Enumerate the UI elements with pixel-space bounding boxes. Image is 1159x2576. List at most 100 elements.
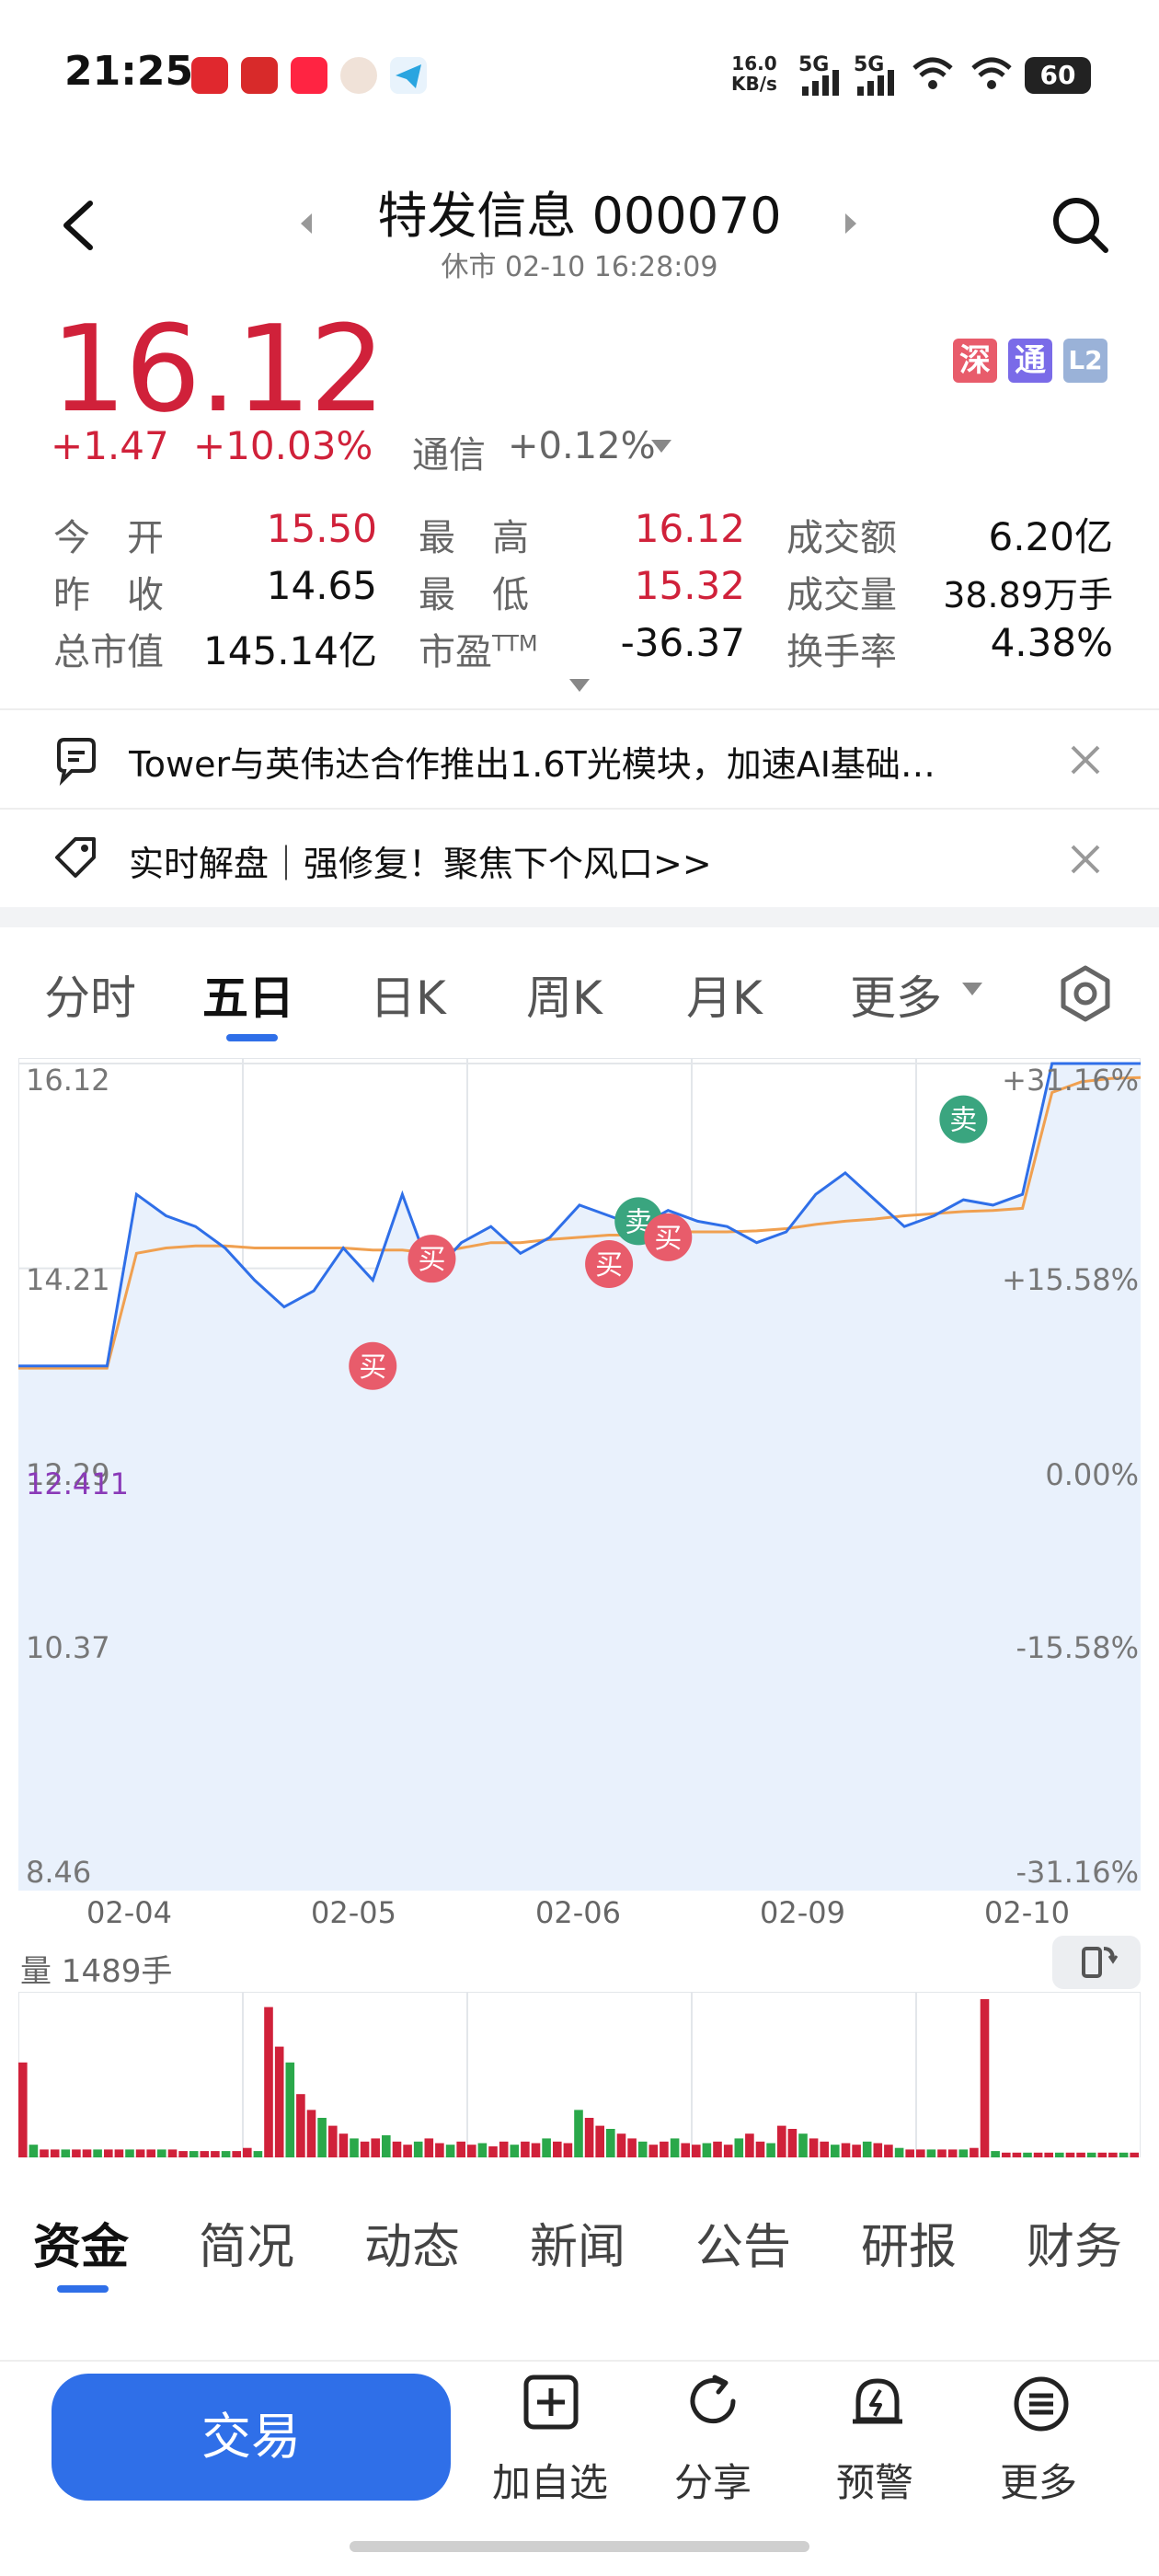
tab-profile[interactable]: 简况 (199, 2208, 294, 2277)
volume-bar (553, 2141, 562, 2157)
y-tick-left-4: 8.46 (26, 1855, 92, 1890)
stat-volume-label: 成交量 (786, 574, 897, 616)
volume-bar (114, 2149, 124, 2157)
volume-bar (713, 2141, 722, 2157)
tag-shenzhen: 深 (953, 339, 997, 383)
buy-marker-label: 买 (595, 1249, 623, 1282)
next-stock-icon[interactable] (842, 210, 860, 237)
volume-bar (1097, 2152, 1107, 2157)
volume-bar (317, 2118, 327, 2157)
share-button[interactable]: 分享 (635, 2374, 791, 2512)
tab-updates[interactable]: 动态 (364, 2208, 460, 2277)
more-button[interactable]: 更多 (960, 2374, 1117, 2512)
volume-bar (18, 2062, 28, 2157)
tab-monthly-k[interactable]: 月K (686, 961, 763, 1028)
volume-bar (50, 2149, 60, 2157)
stat-open-value: 15.50 (266, 506, 377, 551)
tab-announcements[interactable]: 公告 (695, 2208, 791, 2277)
tab-research[interactable]: 研报 (861, 2208, 957, 2277)
volume-bar (413, 2141, 423, 2157)
sell-marker-label: 卖 (949, 1105, 977, 1137)
y-tick-right-4: -31.16% (1016, 1855, 1139, 1890)
volume-label: 量 1489手 (20, 1953, 173, 1990)
bottom-tab-indicator (57, 2285, 109, 2293)
rotate-screen-button[interactable] (1052, 1936, 1141, 1989)
volume-bar (167, 2149, 178, 2157)
price-change-pct: +10.03% (193, 423, 373, 468)
volume-bar (392, 2141, 402, 2157)
trade-button[interactable]: 交易 (52, 2374, 451, 2501)
volume-bar (1076, 2152, 1085, 2157)
tab-funds[interactable]: 资金 (33, 2208, 129, 2277)
buy-marker-label: 买 (359, 1351, 386, 1384)
news-headline: Tower与英伟达合作推出1.6T光模块，加速AI基础… (129, 744, 935, 785)
volume-bar (499, 2141, 509, 2157)
add-watchlist-button[interactable]: 加自选 (472, 2374, 628, 2512)
tab-news[interactable]: 新闻 (530, 2208, 625, 2277)
close-icon[interactable] (1067, 742, 1104, 778)
volume-bar (958, 2149, 969, 2157)
y-tick-right-1: +15.58% (1002, 1262, 1139, 1297)
y-tick-left-1: 14.21 (26, 1262, 110, 1297)
expand-stats-icon[interactable] (568, 677, 591, 694)
volume-bar (531, 2143, 541, 2157)
stat-prev-close-value: 14.65 (266, 563, 377, 608)
close-icon-2[interactable] (1067, 841, 1104, 878)
menu-icon (1014, 2376, 1069, 2432)
analysis-row[interactable]: 实时解盘｜强修复！聚焦下个风口>> (0, 808, 1159, 907)
tab-financials[interactable]: 财务 (1027, 2208, 1122, 2277)
tab-more[interactable]: 更多 (850, 961, 942, 1028)
stat-mktcap-label: 总市值 (53, 631, 164, 673)
active-tab-indicator (226, 1034, 278, 1041)
signal-bars-icon-2 (857, 70, 894, 96)
volume-bar (382, 2134, 391, 2157)
xiaohongshu-icon (291, 57, 327, 94)
volume-bar (1086, 2152, 1096, 2157)
volume-bar (1065, 2152, 1075, 2157)
price-change: +1.47 (51, 423, 169, 468)
volume-bar (723, 2145, 733, 2157)
section-divider (0, 907, 1159, 927)
chart-settings-icon[interactable] (1056, 964, 1115, 1023)
avatar-app-icon (340, 57, 377, 94)
stat-low-label: 最 低 (419, 574, 529, 616)
volume-bar (456, 2141, 465, 2157)
volume-bar (211, 2151, 220, 2157)
volume-bar (82, 2149, 92, 2157)
analysis-headline: 实时解盘｜强修复！聚焦下个风口>> (129, 844, 712, 884)
broker-app-icon (241, 57, 278, 94)
search-icon[interactable] (1049, 193, 1113, 258)
alert-label: 预警 (835, 2460, 913, 2505)
volume-bar (1055, 2152, 1064, 2157)
tab-five-day[interactable]: 五日 (202, 961, 294, 1028)
tab-daily-k[interactable]: 日K (370, 961, 446, 1028)
tab-more-chevron-icon[interactable] (960, 981, 984, 997)
volume-bar (798, 2133, 808, 2157)
current-price: 16.12 (51, 299, 385, 439)
news-row[interactable]: Tower与英伟达合作推出1.6T光模块，加速AI基础… (0, 708, 1159, 808)
volume-bar (916, 2149, 925, 2157)
status-time: 21:25 (64, 48, 194, 95)
tab-weekly-k[interactable]: 周K (526, 961, 602, 1028)
volume-bar (296, 2094, 305, 2157)
sector-name[interactable]: 通信 (412, 425, 486, 478)
stat-high-value: 16.12 (634, 506, 745, 551)
volume-bar (178, 2151, 188, 2157)
tab-intraday[interactable]: 分时 (44, 961, 136, 1028)
alert-button[interactable]: 预警 (797, 2374, 953, 2512)
volume-bar (616, 2133, 626, 2157)
volume-bar (93, 2149, 102, 2157)
volume-bar (937, 2149, 947, 2157)
volume-bar (61, 2149, 71, 2157)
price-chart[interactable]: 买买 买卖 买卖 (18, 1058, 1141, 1891)
signal-bars-icon (802, 70, 839, 96)
x-tick-4: 02-10 (984, 1895, 1070, 1930)
volume-bar (841, 2143, 851, 2157)
volume-bar (306, 2110, 316, 2157)
chevron-down-icon[interactable] (649, 438, 673, 456)
volume-bar (670, 2138, 680, 2157)
volume-bar (563, 2143, 573, 2157)
sector-change[interactable]: +0.12% (508, 425, 656, 467)
volume-bar (445, 2145, 455, 2157)
volume-bar (285, 2062, 295, 2157)
